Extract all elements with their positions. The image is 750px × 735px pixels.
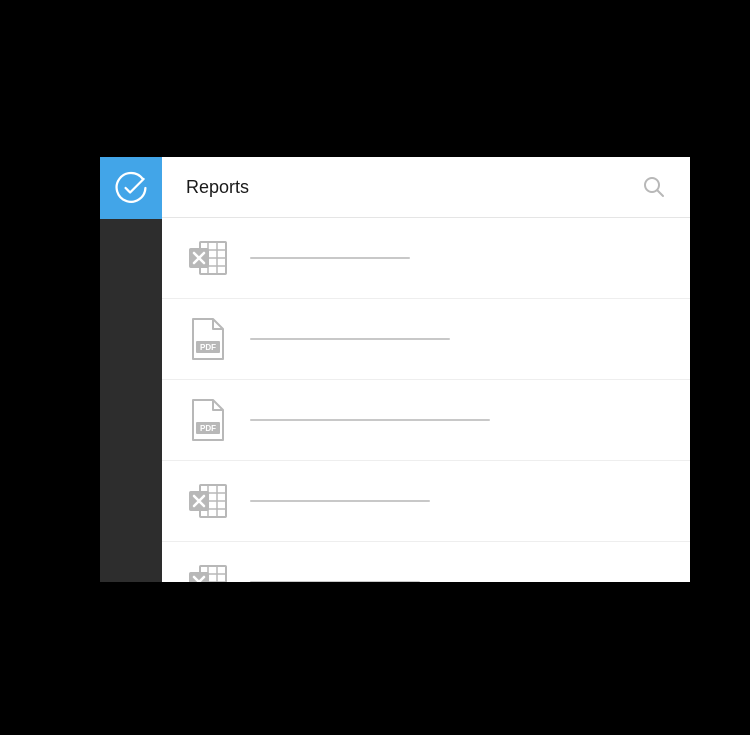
header: Reports — [162, 157, 690, 218]
main-content: Reports PDF PDF — [162, 157, 690, 582]
svg-text:PDF: PDF — [200, 424, 216, 433]
search-icon — [642, 175, 666, 199]
checkmark-logo-icon — [113, 170, 149, 206]
search-button[interactable] — [642, 175, 666, 199]
report-title-placeholder — [250, 581, 420, 582]
report-list-item[interactable]: PDF — [162, 380, 690, 461]
sidebar — [100, 157, 162, 582]
report-list-item[interactable] — [162, 218, 690, 299]
report-title-placeholder — [250, 500, 430, 502]
app-logo[interactable] — [100, 157, 162, 219]
reports-list: PDF PDF — [162, 218, 690, 582]
report-title-placeholder — [250, 419, 490, 421]
pdf-file-icon: PDF — [186, 398, 230, 442]
excel-file-icon — [186, 236, 230, 280]
report-title-placeholder — [250, 338, 450, 340]
excel-file-icon — [186, 560, 230, 582]
svg-text:PDF: PDF — [200, 343, 216, 352]
report-title-placeholder — [250, 257, 410, 259]
report-list-item[interactable]: PDF — [162, 299, 690, 380]
report-list-item[interactable] — [162, 461, 690, 542]
app-window: Reports PDF PDF — [100, 157, 690, 582]
page-title: Reports — [186, 177, 249, 198]
pdf-file-icon: PDF — [186, 317, 230, 361]
report-list-item[interactable] — [162, 542, 690, 582]
excel-file-icon — [186, 479, 230, 523]
